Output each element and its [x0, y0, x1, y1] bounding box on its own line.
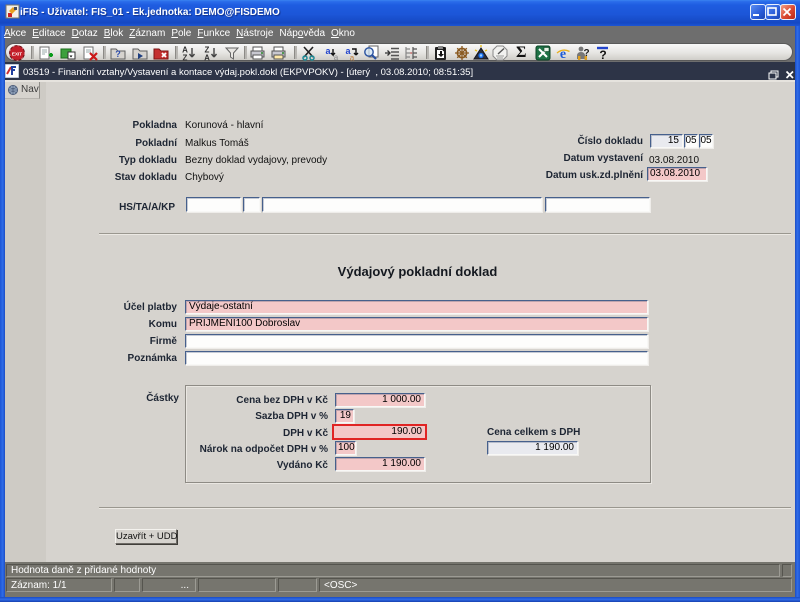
svg-text:Z: Z [183, 54, 188, 62]
svg-text:EXIT: EXIT [12, 52, 22, 57]
svg-text:?: ? [115, 49, 121, 59]
svg-text:A: A [204, 54, 210, 62]
svg-text:a: a [325, 46, 331, 56]
svg-text:?: ? [599, 48, 606, 61]
svg-text:a: a [350, 54, 355, 62]
svg-text:a: a [334, 53, 339, 61]
svg-text:e: e [560, 47, 566, 61]
